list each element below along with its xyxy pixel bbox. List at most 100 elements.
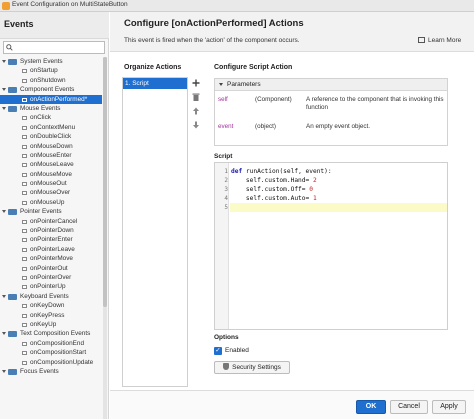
tree-event-item[interactable]: onActionPerformed* [0, 94, 102, 104]
tree-event-item[interactable]: onMouseUp [0, 198, 102, 207]
event-icon [22, 172, 27, 177]
tree-event-item[interactable]: onPointerLeave [0, 245, 102, 254]
move-down-button[interactable] [191, 120, 201, 130]
tree-event-item[interactable]: onCompositionStart [0, 348, 102, 357]
enabled-checkbox[interactable]: ✓ [214, 347, 222, 355]
learn-more-link[interactable]: Learn More [418, 37, 461, 44]
code-text: runAction(self, event): [242, 168, 332, 175]
tree-category[interactable]: Keyboard Events [0, 292, 102, 301]
tree-event-item[interactable]: onMouseEnter [0, 151, 102, 160]
tree-event-item[interactable]: onPointerUp [0, 282, 102, 291]
event-icon [22, 163, 27, 168]
tree-event-item[interactable]: onDoubleClick [0, 132, 102, 141]
tree-event-item[interactable]: onKeyPress [0, 311, 102, 320]
action-item[interactable]: 1. Script [123, 78, 187, 89]
event-icon [22, 144, 27, 149]
move-up-button[interactable] [191, 106, 201, 116]
tree-item-label: onPointerUp [30, 283, 66, 291]
tree-event-item[interactable]: onMouseDown [0, 142, 102, 151]
code-number: 1 [312, 195, 317, 202]
tree-category[interactable]: Text Composition Events [0, 329, 102, 338]
chevron-down-icon[interactable] [2, 210, 6, 214]
scrollbar-thumb[interactable] [103, 57, 107, 307]
tree-category[interactable]: Pointer Events [0, 207, 102, 216]
chevron-down-icon[interactable] [2, 88, 6, 92]
chevron-down-icon[interactable] [2, 106, 6, 110]
event-icon [22, 135, 27, 140]
configure-panel: Configure [onActionPerformed] Actions Th… [110, 12, 474, 419]
tree-event-item[interactable]: onStartup [0, 66, 102, 75]
tree-event-item[interactable]: onMouseMove [0, 170, 102, 179]
tree-event-item[interactable]: onCompositionUpdate [0, 358, 102, 367]
tree-event-item[interactable]: onMouseLeave [0, 160, 102, 169]
tree-event-item[interactable]: onShutdown [0, 76, 102, 85]
tree-event-item[interactable]: onKeyUp [0, 320, 102, 329]
tree-event-item[interactable]: onCompositionEnd [0, 339, 102, 348]
param-desc: A reference to the component that is inv… [306, 96, 444, 111]
arrow-down-icon [193, 121, 199, 129]
tree-category[interactable]: Component Events [0, 85, 102, 94]
organize-actions-label: Organize Actions [124, 64, 182, 71]
folder-icon [8, 331, 17, 338]
event-icon [22, 69, 27, 74]
tree-category[interactable]: System Events [0, 57, 102, 66]
tree-category[interactable]: Mouse Events [0, 104, 102, 113]
chevron-down-icon[interactable] [2, 369, 6, 373]
apply-button[interactable]: Apply [432, 400, 466, 414]
title-bar: Event Configuration on MultiStateButton [0, 0, 474, 12]
tree-event-item[interactable]: onContextMenu [0, 123, 102, 132]
param-name: self [218, 96, 228, 103]
tree-event-item[interactable]: onPointerOver [0, 273, 102, 282]
shield-icon [223, 363, 230, 370]
tree-category[interactable]: Focus Events [0, 367, 102, 376]
tree-event-item[interactable]: onPointerMove [0, 254, 102, 263]
tree-item-label: onKeyPress [30, 311, 65, 319]
tree-item-label: Pointer Events [20, 208, 62, 216]
security-settings-button[interactable]: Security Settings [214, 361, 290, 374]
tree-event-item[interactable]: onPointerEnter [0, 235, 102, 244]
add-action-button[interactable] [191, 78, 201, 88]
code-keyword: def [231, 168, 243, 175]
tree-event-item[interactable]: onKeyDown [0, 301, 102, 310]
tree-item-label: onCompositionUpdate [30, 358, 94, 366]
cancel-button[interactable]: Cancel [390, 400, 428, 414]
chevron-down-icon[interactable] [2, 60, 6, 63]
param-name: event [218, 123, 234, 130]
event-icon [22, 360, 27, 365]
tree-item-label: onPointerCancel [30, 217, 78, 225]
chevron-down-icon[interactable] [2, 332, 6, 336]
tree-item-label: onActionPerformed* [30, 95, 88, 103]
event-icon [22, 275, 27, 280]
tree-event-item[interactable]: onPointerDown [0, 226, 102, 235]
tree-item-label: onMouseUp [30, 198, 65, 206]
code-line: self.custom.Hand= 2 [231, 176, 317, 185]
event-icon [22, 257, 27, 262]
tree-event-item[interactable]: onClick [0, 113, 102, 122]
app-icon [2, 2, 10, 10]
event-icon [22, 182, 27, 187]
delete-action-button[interactable] [191, 92, 201, 102]
events-scrollbar[interactable] [103, 57, 107, 419]
page-title: Configure [onActionPerformed] Actions [124, 18, 304, 29]
tree-event-item[interactable]: onMouseOut [0, 179, 102, 188]
tree-item-label: onPointerOut [30, 264, 68, 272]
search-icon [6, 44, 13, 51]
param-row: self (Component) A reference to the comp… [215, 96, 447, 114]
ok-button[interactable]: OK [356, 400, 386, 414]
event-icon [22, 116, 27, 121]
tree-event-item[interactable]: onPointerCancel [0, 217, 102, 226]
event-search-input[interactable] [3, 41, 105, 54]
tree-event-item[interactable]: onPointerOut [0, 264, 102, 273]
page-subtitle: This event is fired when the 'action' of… [124, 37, 300, 44]
tree-item-label: onCompositionStart [30, 349, 87, 357]
tree-event-item[interactable]: onMouseOver [0, 188, 102, 197]
chevron-down-icon[interactable] [2, 294, 6, 298]
event-icon [22, 125, 27, 130]
param-type: (object) [255, 123, 276, 130]
tree-item-label: onMouseLeave [30, 161, 74, 169]
script-editor[interactable]: 1 2 3 4 5 def runAction(self, event): se… [214, 162, 448, 330]
parameters-header[interactable]: Parameters [215, 79, 447, 91]
param-desc: An empty event object. [306, 123, 371, 130]
event-icon [22, 97, 27, 102]
